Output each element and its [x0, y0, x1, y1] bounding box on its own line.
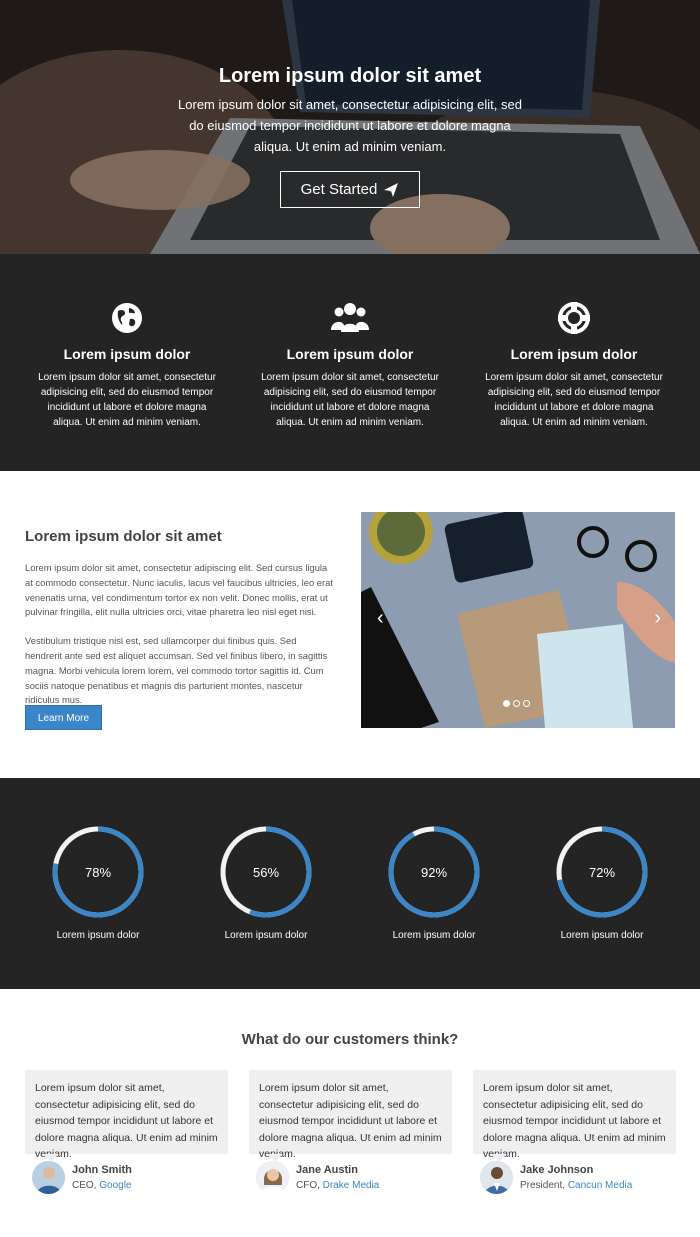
author-company-link[interactable]: Google	[99, 1180, 131, 1191]
avatar	[32, 1161, 65, 1194]
avatar	[480, 1161, 513, 1194]
feature-item: Lorem ipsum dolor Lorem ipsum dolor sit …	[260, 300, 440, 430]
feature-title: Lorem ipsum dolor	[510, 346, 638, 362]
testimonial-author: John Smith CEO, Google	[32, 1161, 228, 1194]
author-role: CEO, Google	[72, 1178, 132, 1193]
paper-plane-icon	[384, 182, 399, 197]
slider-dots	[503, 700, 530, 707]
features-section: Lorem ipsum dolor Lorem ipsum dolor sit …	[0, 254, 700, 471]
testimonials-heading: What do our customers think?	[241, 1031, 459, 1048]
author-info: Jane Austin CFO, Drake Media	[296, 1163, 379, 1193]
stat-value: 72%	[589, 865, 615, 880]
testimonial-quote: Lorem ipsum dolor sit amet, consectetur …	[249, 1070, 452, 1162]
author-role: President, Cancun Media	[520, 1178, 632, 1193]
stat-item: 72% Lorem ipsum dolor	[532, 824, 672, 943]
progress-ring: 78%	[52, 826, 144, 918]
feature-item: Lorem ipsum dolor Lorem ipsum dolor sit …	[484, 300, 664, 430]
chevron-left-icon[interactable]: ‹	[377, 608, 384, 628]
stat-item: 92% Lorem ipsum dolor	[364, 824, 504, 943]
slider-dot[interactable]	[503, 700, 510, 707]
feature-text: Lorem ipsum dolor sit amet, consectetur …	[261, 372, 439, 428]
author-name: Jake Johnson	[520, 1163, 594, 1176]
stat-value: 56%	[253, 865, 279, 880]
testimonial-quote: Lorem ipsum dolor sit amet, consectetur …	[25, 1070, 228, 1162]
about-title: Lorem ipsum dolor sit amet	[25, 528, 222, 545]
feature-title: Lorem ipsum dolor	[63, 346, 191, 362]
feature-text: Lorem ipsum dolor sit amet, consectetur …	[485, 372, 663, 428]
stat-item: 56% Lorem ipsum dolor	[196, 824, 336, 943]
hero-text: Lorem ipsum dolor sit amet, consectetur …	[178, 97, 522, 154]
stat-label: Lorem ipsum dolor	[392, 930, 476, 941]
author-info: Jake Johnson President, Cancun Media	[520, 1163, 632, 1193]
testimonials-section: What do our customers think? Lorem ipsum…	[0, 989, 700, 1237]
users-icon	[331, 303, 369, 332]
hero-title: Lorem ipsum dolor sit amet	[218, 65, 482, 87]
learn-more-button[interactable]: Learn More	[25, 705, 102, 730]
slider-dot[interactable]	[513, 700, 520, 707]
hero-section: Lorem ipsum dolor sit amet Lorem ipsum d…	[0, 0, 700, 254]
author-name: Jane Austin	[296, 1163, 358, 1176]
stat-value: 78%	[85, 865, 111, 880]
stat-label: Lorem ipsum dolor	[56, 930, 140, 941]
testimonial-author: Jane Austin CFO, Drake Media	[256, 1161, 452, 1194]
author-title: CFO,	[296, 1179, 320, 1191]
testimonial-author: Jake Johnson President, Cancun Media	[480, 1161, 676, 1194]
about-paragraph: Vestibulum tristique nisl est, sed ullam…	[25, 635, 328, 706]
stat-item: 78% Lorem ipsum dolor	[28, 824, 168, 943]
author-company-link[interactable]: Cancun Media	[568, 1180, 632, 1191]
author-title: CEO,	[72, 1179, 97, 1191]
get-started-button[interactable]: Get Started	[279, 171, 421, 208]
feature-title: Lorem ipsum dolor	[286, 346, 414, 362]
progress-ring: 72%	[556, 826, 648, 918]
feature-item: Lorem ipsum dolor Lorem ipsum dolor sit …	[37, 300, 217, 430]
testimonial-card: Lorem ipsum dolor sit amet, consectetur …	[25, 1070, 228, 1194]
testimonial-quote: Lorem ipsum dolor sit amet, consectetur …	[473, 1070, 676, 1162]
progress-ring: 92%	[388, 826, 480, 918]
life-ring-icon	[558, 302, 590, 334]
slide-image	[361, 512, 675, 728]
author-title: President,	[520, 1179, 566, 1191]
image-slider[interactable]: ‹ ›	[361, 512, 675, 728]
author-company-link[interactable]: Drake Media	[323, 1180, 380, 1191]
hero-content: Lorem ipsum dolor sit amet Lorem ipsum d…	[0, 62, 700, 208]
chevron-right-icon[interactable]: ›	[654, 608, 661, 628]
stat-label: Lorem ipsum dolor	[560, 930, 644, 941]
stat-value: 92%	[421, 865, 447, 880]
author-name: John Smith	[72, 1163, 132, 1176]
testimonial-card: Lorem ipsum dolor sit amet, consectetur …	[249, 1070, 452, 1194]
author-info: John Smith CEO, Google	[72, 1163, 132, 1193]
stat-label: Lorem ipsum dolor	[224, 930, 308, 941]
about-text-column: Lorem ipsum dolor sit amet Lorem ipsum d…	[25, 527, 335, 708]
about-section: Lorem ipsum dolor sit amet Lorem ipsum d…	[0, 471, 700, 778]
get-started-label: Get Started	[300, 181, 378, 198]
author-role: CFO, Drake Media	[296, 1178, 379, 1193]
feature-text: Lorem ipsum dolor sit amet, consectetur …	[38, 372, 216, 428]
testimonial-card: Lorem ipsum dolor sit amet, consectetur …	[473, 1070, 676, 1194]
progress-ring: 56%	[220, 826, 312, 918]
globe-icon	[112, 303, 142, 333]
slider-dot[interactable]	[523, 700, 530, 707]
avatar	[256, 1161, 289, 1194]
stats-section: 78% Lorem ipsum dolor 56% Lorem ipsum do…	[0, 778, 700, 989]
about-paragraph: Lorem ipsum dolor sit amet, consectetur …	[25, 562, 333, 618]
